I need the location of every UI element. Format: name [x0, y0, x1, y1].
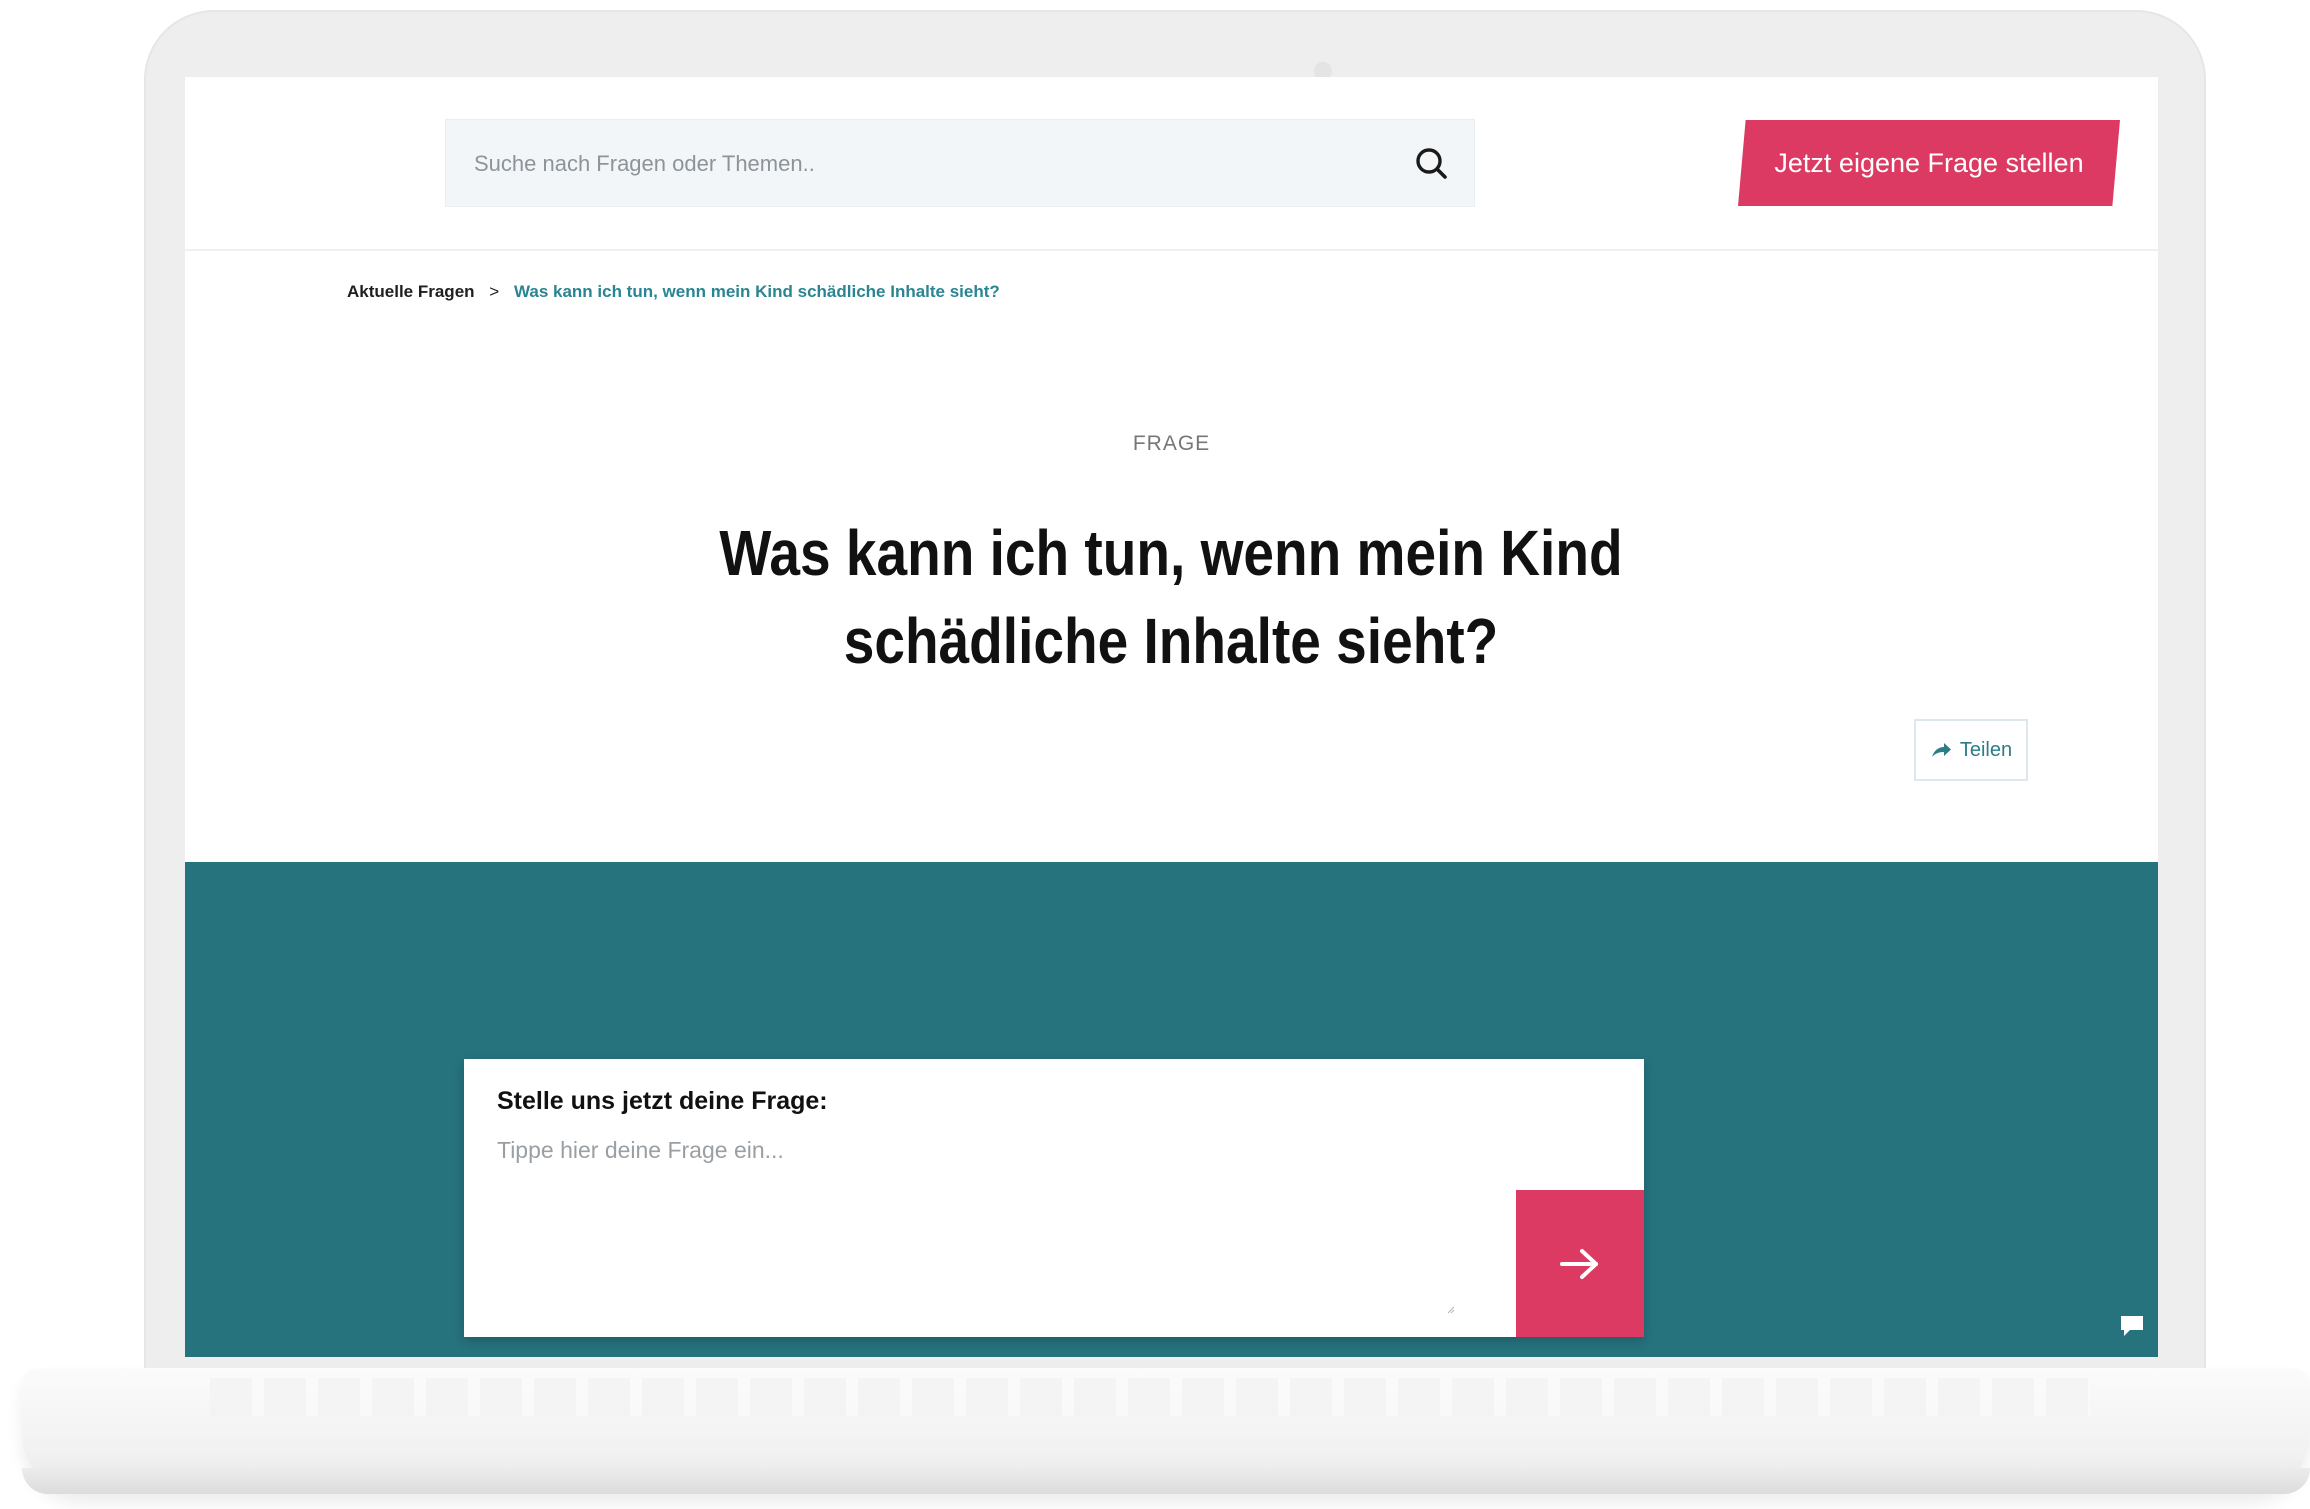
- chat-bubble-icon: [2121, 1316, 2143, 1336]
- breadcrumb-root-link[interactable]: Aktuelle Fragen: [347, 282, 475, 301]
- breadcrumb-current[interactable]: Was kann ich tun, wenn mein Kind schädli…: [514, 282, 1000, 301]
- ask-form-label: Stelle uns jetzt deine Frage:: [497, 1087, 828, 1115]
- site-header: Jetzt eigene Frage stellen: [185, 77, 2158, 251]
- content-type-label: FRAGE: [1132, 432, 1211, 455]
- screen: Jetzt eigene Frage stellen Aktuelle Frag…: [185, 77, 2158, 1357]
- ask-question-card: Stelle uns jetzt deine Frage:: [464, 1059, 1644, 1337]
- ask-question-button[interactable]: Jetzt eigene Frage stellen: [1738, 120, 2120, 206]
- share-arrow-icon: [1931, 743, 1951, 757]
- page-title: Was kann ich tun, wenn mein Kind schädli…: [719, 517, 1623, 677]
- resize-handle-icon[interactable]: [1447, 1306, 1455, 1314]
- submit-question-button[interactable]: [1516, 1190, 1644, 1337]
- keyboard-area: [210, 1378, 2090, 1416]
- search-box: [445, 119, 1475, 208]
- question-textarea[interactable]: [497, 1137, 1497, 1307]
- laptop-base-lip: [22, 1468, 2310, 1494]
- arrow-right-icon: [1560, 1248, 1598, 1279]
- chat-widget-button[interactable]: [2106, 1295, 2158, 1357]
- share-button[interactable]: Teilen: [1914, 719, 2028, 781]
- breadcrumb-separator: >: [489, 282, 500, 301]
- share-label: Teilen: [1959, 738, 2013, 761]
- breadcrumb: Aktuelle Fragen > Was kann ich tun, wenn…: [347, 282, 1000, 302]
- search-icon[interactable]: [1412, 144, 1452, 184]
- search-input[interactable]: [446, 120, 1376, 208]
